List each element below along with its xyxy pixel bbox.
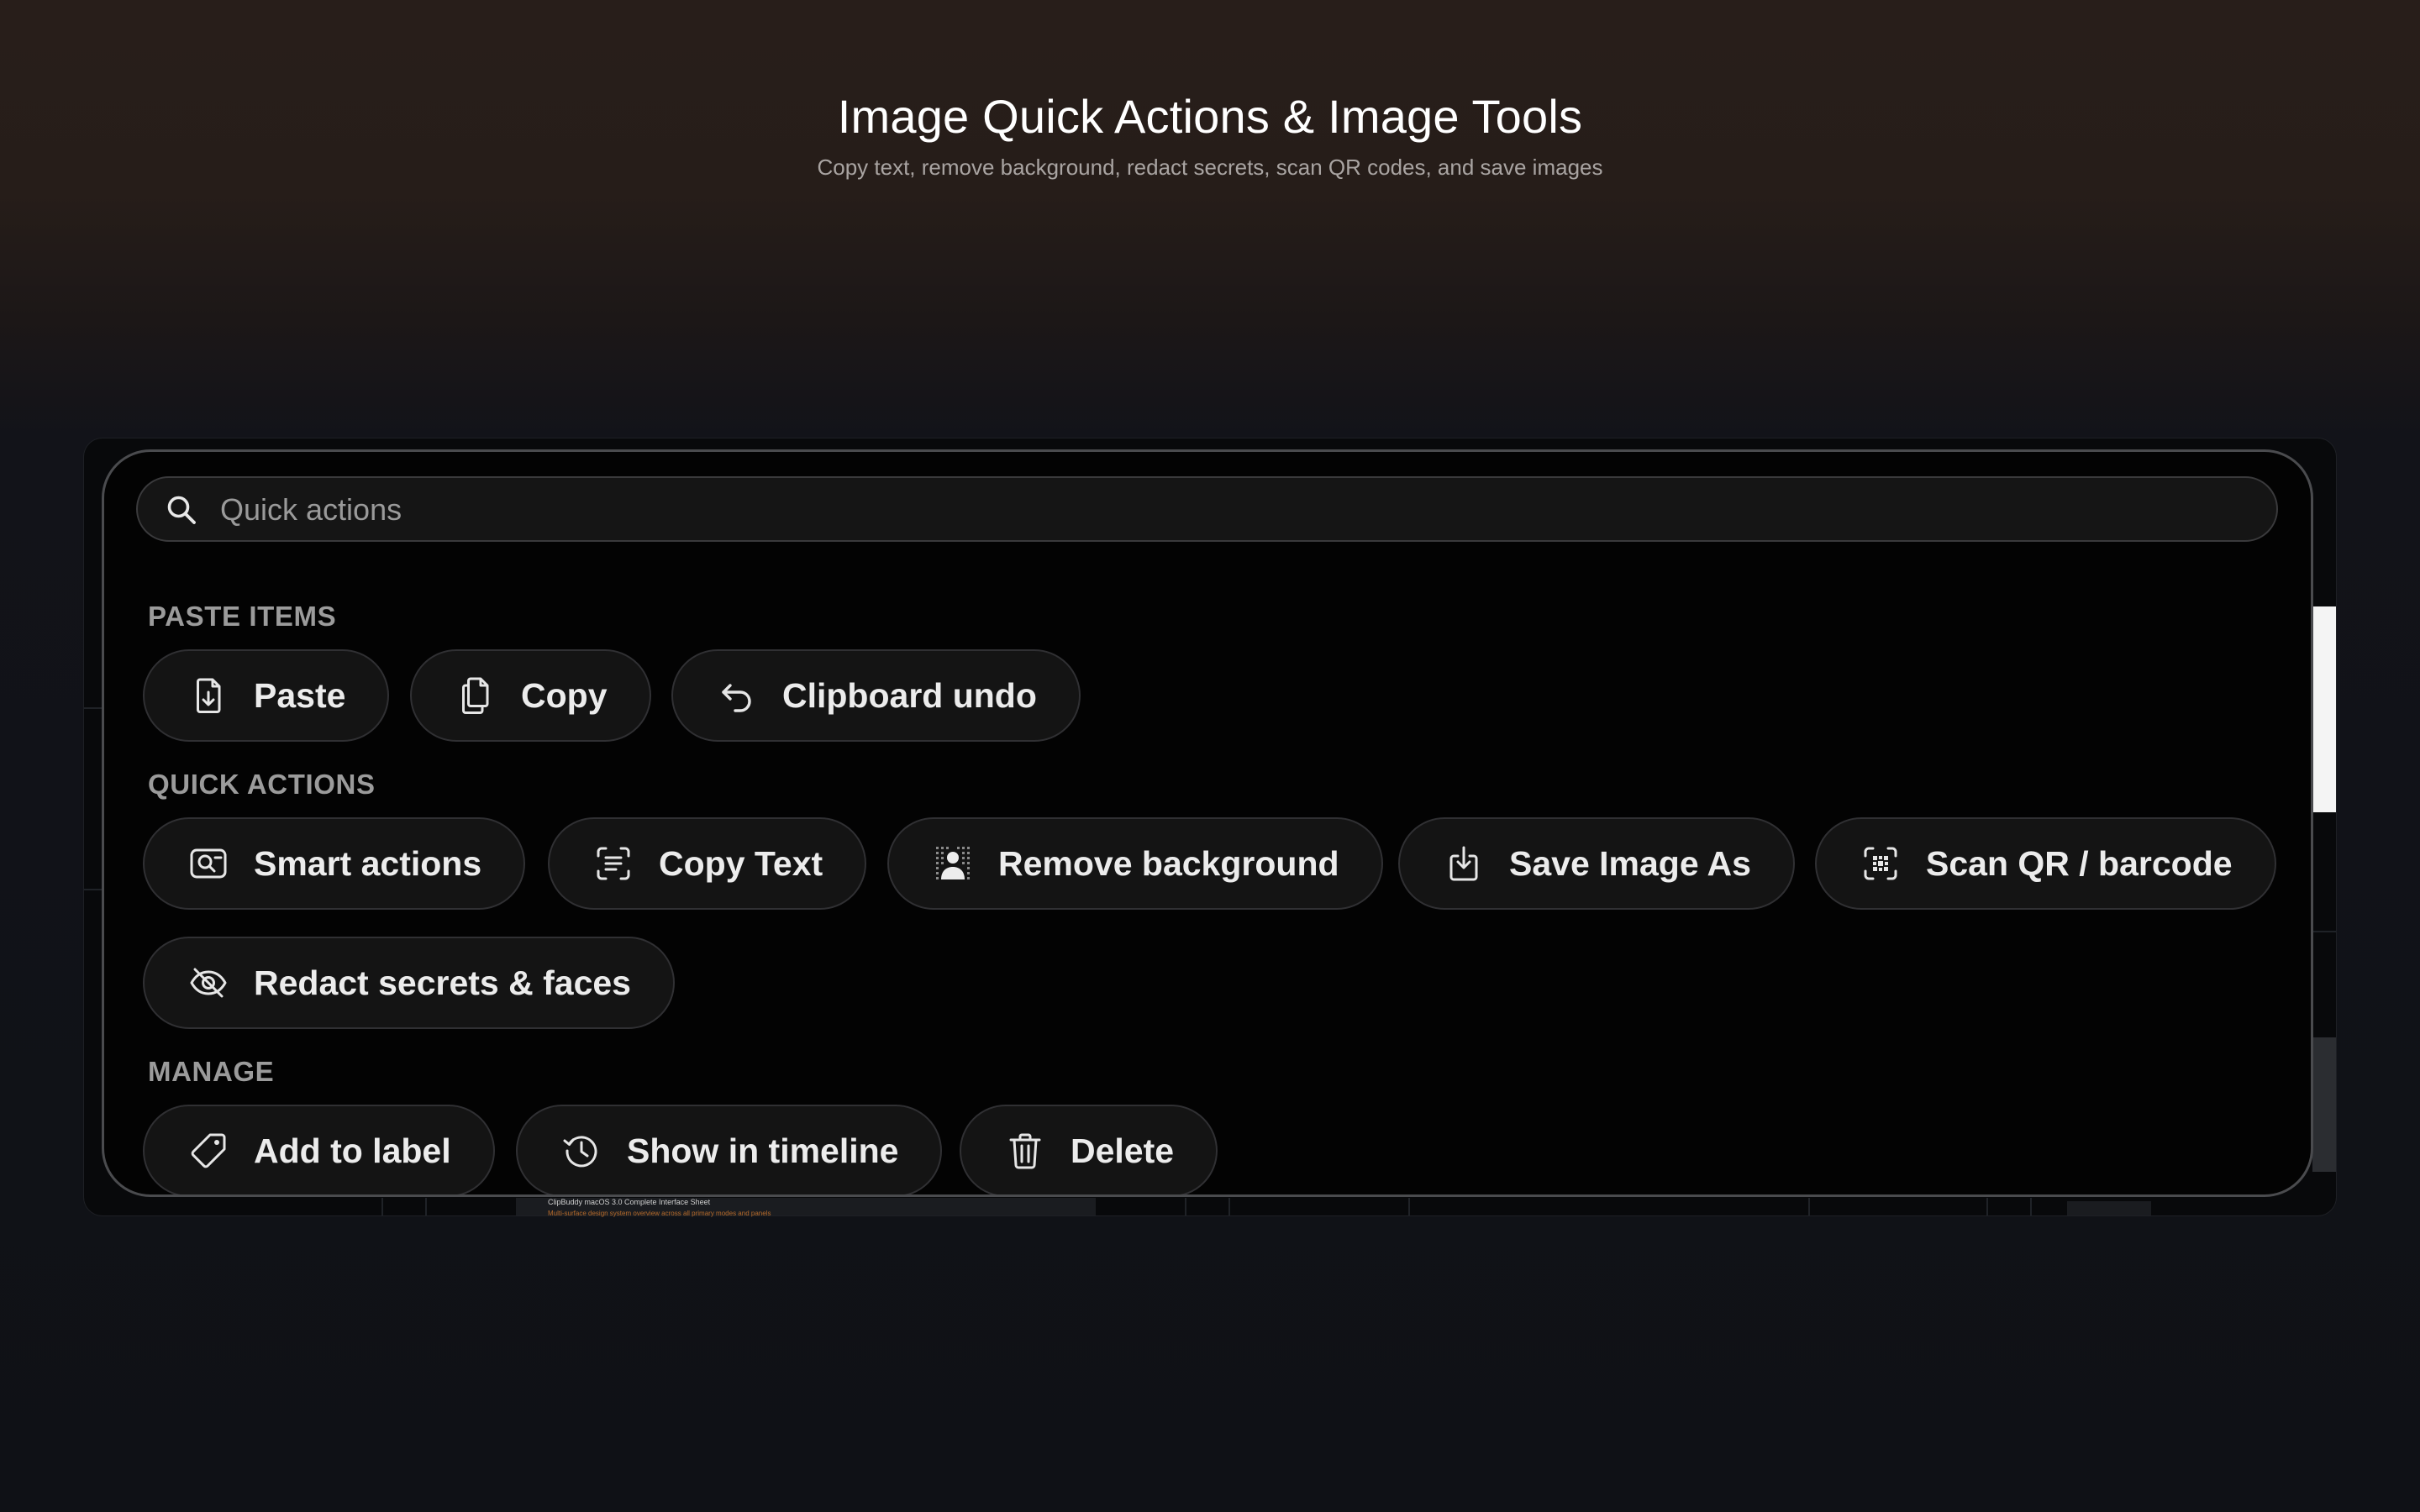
text-scan-icon xyxy=(593,843,634,884)
copy-text-button[interactable]: Copy Text xyxy=(548,817,867,910)
section-label-manage: MANAGE xyxy=(148,1056,275,1087)
background-divider xyxy=(2312,931,2336,932)
background-divider xyxy=(381,1198,383,1215)
search-bar[interactable] xyxy=(136,476,2278,542)
paste-icon xyxy=(188,675,229,716)
eye-slash-icon xyxy=(188,963,229,1003)
section-label-paste-items: PASTE ITEMS xyxy=(148,601,337,632)
smart-actions-label: Smart actions xyxy=(254,843,482,883)
tag-icon xyxy=(188,1131,229,1171)
copy-button[interactable]: Copy xyxy=(410,649,651,742)
background-doc-subcaption: Multi-surface design system overview acr… xyxy=(548,1210,771,1217)
background-divider xyxy=(425,1198,427,1215)
delete-button[interactable]: Delete xyxy=(960,1105,1218,1194)
redact-secrets-faces-label: Redact secrets & faces xyxy=(254,963,631,1002)
scan-qr-barcode-button[interactable]: Scan QR / barcode xyxy=(1815,817,2276,910)
search-icon xyxy=(165,493,198,527)
save-image-as-button[interactable]: Save Image As xyxy=(1398,817,1795,910)
background-divider xyxy=(1185,1198,1186,1215)
page-title: Image Quick Actions & Image Tools xyxy=(837,90,1583,143)
qr-scan-icon xyxy=(1860,843,1901,884)
background-thumbnail xyxy=(2312,1037,2336,1172)
save-image-as-label: Save Image As xyxy=(1509,843,1751,883)
save-icon xyxy=(1444,843,1484,884)
paste-button-label: Paste xyxy=(254,675,346,715)
copy-icon xyxy=(455,675,496,716)
copy-text-label: Copy Text xyxy=(659,843,823,883)
background-divider xyxy=(84,707,103,709)
clipboard-undo-label: Clipboard undo xyxy=(782,675,1037,715)
quick-actions-panel: PASTE ITEMS Paste Copy Clipboard undo QU… xyxy=(102,449,2313,1197)
remove-background-label: Remove background xyxy=(998,843,1339,883)
background-doc-caption: ClipBuddy macOS 3.0 Complete Interface S… xyxy=(548,1198,711,1206)
background-divider xyxy=(2030,1198,2032,1215)
show-in-timeline-label: Show in timeline xyxy=(627,1131,899,1170)
add-to-label-label: Add to label xyxy=(254,1131,451,1170)
add-to-label-button[interactable]: Add to label xyxy=(143,1105,495,1194)
copy-button-label: Copy xyxy=(521,675,608,715)
background-divider xyxy=(1986,1198,1988,1215)
remove-background-button[interactable]: Remove background xyxy=(887,817,1383,910)
trash-icon xyxy=(1005,1131,1045,1171)
background-thumbnail xyxy=(2067,1201,2151,1215)
background-divider xyxy=(1408,1198,1410,1215)
show-in-timeline-button[interactable]: Show in timeline xyxy=(516,1105,943,1194)
page-subtitle: Copy text, remove background, redact sec… xyxy=(817,155,1603,180)
background-divider xyxy=(1808,1198,1810,1215)
history-icon xyxy=(561,1131,602,1171)
scan-qr-barcode-label: Scan QR / barcode xyxy=(1926,843,2233,883)
search-input[interactable] xyxy=(218,478,2238,542)
smart-actions-icon xyxy=(188,843,229,884)
background-divider xyxy=(84,889,103,890)
delete-label: Delete xyxy=(1071,1131,1175,1170)
clipboard-undo-button[interactable]: Clipboard undo xyxy=(671,649,1081,742)
redact-secrets-faces-button[interactable]: Redact secrets & faces xyxy=(143,937,675,1029)
person-cutout-icon xyxy=(933,843,973,884)
section-label-quick-actions: QUICK ACTIONS xyxy=(148,769,376,800)
background-document-thumbnail xyxy=(2312,606,2336,812)
background-divider xyxy=(1228,1198,1230,1215)
undo-icon xyxy=(717,675,757,716)
paste-button[interactable]: Paste xyxy=(143,649,390,742)
smart-actions-button[interactable]: Smart actions xyxy=(143,817,526,910)
